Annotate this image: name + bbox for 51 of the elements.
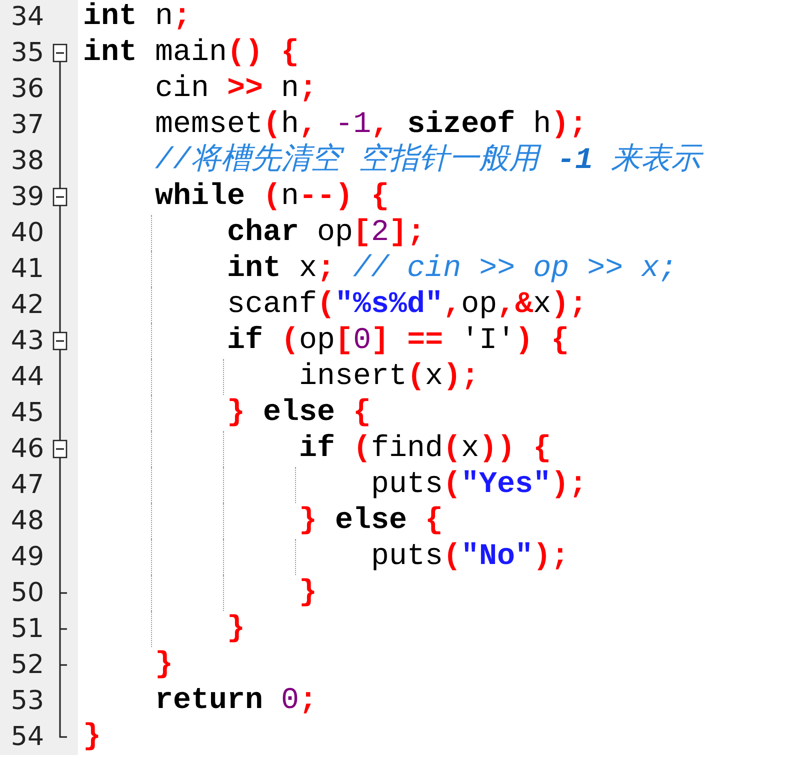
line-number: 53 xyxy=(10,685,44,718)
line-number: 41 xyxy=(10,253,44,286)
line-number: 47 xyxy=(10,469,44,502)
code-line: puts("Yes"); xyxy=(371,467,588,503)
code-line: if (find(x)) { xyxy=(299,431,552,467)
code-line: return 0; xyxy=(155,683,318,719)
code-line: } xyxy=(83,719,102,755)
fold-line xyxy=(59,683,61,719)
line-number: 42 xyxy=(10,289,44,322)
code-line: if (op[0] == 'I') { xyxy=(227,323,570,359)
code-line: } else { xyxy=(299,503,444,539)
code-line: char op[2]; xyxy=(227,215,426,251)
code-line: int main() { xyxy=(83,35,300,71)
line-number: 38 xyxy=(10,145,44,178)
line-number: 35 xyxy=(10,37,44,70)
code-line: } xyxy=(155,647,174,683)
code-line: int n; xyxy=(83,0,192,35)
line-number: 34 xyxy=(10,1,44,34)
code-line: int x; // cin >> op >> x; xyxy=(227,251,678,287)
code-line: puts("No"); xyxy=(371,539,570,575)
line-number: 51 xyxy=(10,613,44,646)
line-number: 37 xyxy=(10,109,44,142)
fold-end-mark xyxy=(59,575,68,611)
line-number: 39 xyxy=(10,181,44,214)
fold-toggle-icon[interactable] xyxy=(52,179,68,215)
code-line: } else { xyxy=(227,395,372,431)
line-number: 54 xyxy=(10,721,44,754)
code-line: } xyxy=(227,611,246,647)
line-number: 44 xyxy=(10,361,44,394)
line-number: 43 xyxy=(10,325,44,358)
fold-end-mark xyxy=(59,647,68,683)
code-line: cin >> n; xyxy=(155,71,318,107)
fold-end-mark xyxy=(59,611,68,647)
code-line: scanf("%s%d",op,&x); xyxy=(227,287,588,323)
fold-toggle-icon[interactable] xyxy=(52,44,68,71)
line-number: 52 xyxy=(10,649,44,682)
fold-toggle-icon[interactable] xyxy=(52,431,68,467)
line-number: 49 xyxy=(10,541,44,574)
code-line: insert(x); xyxy=(299,359,480,395)
fold-toggle-icon[interactable] xyxy=(52,323,68,359)
code-line: while (n--) { xyxy=(155,179,390,215)
code-comment: //将槽先清空 空指针一般用 -1 来表示 xyxy=(155,143,702,179)
line-number: 50 xyxy=(10,577,44,610)
fold-end-mark xyxy=(59,719,67,738)
line-number: 40 xyxy=(10,217,44,250)
code-line: } xyxy=(299,575,318,611)
line-number: 48 xyxy=(10,505,44,538)
line-number: 36 xyxy=(10,73,44,106)
line-number: 45 xyxy=(10,397,44,430)
line-number: 46 xyxy=(10,433,44,466)
code-line: memset(h, -1, sizeof h); xyxy=(155,107,588,142)
